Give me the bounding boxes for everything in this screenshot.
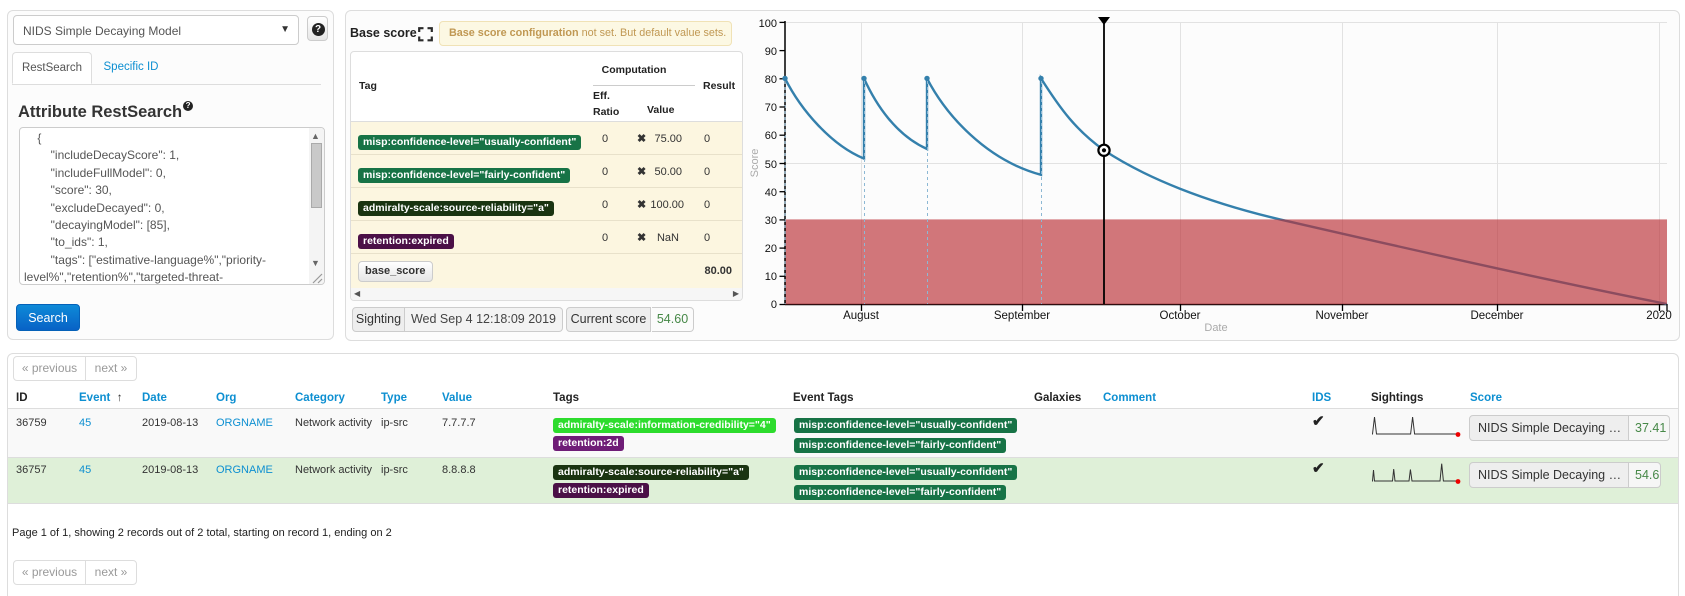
svg-text:10: 10 bbox=[765, 271, 777, 283]
svg-text:20: 20 bbox=[765, 243, 777, 255]
svg-text:September: September bbox=[994, 310, 1050, 322]
svg-text:50: 50 bbox=[765, 159, 777, 171]
svg-text:0: 0 bbox=[771, 299, 777, 311]
svg-text:2020: 2020 bbox=[1646, 310, 1672, 322]
svg-text:December: December bbox=[1470, 310, 1523, 322]
svg-text:Date: Date bbox=[1204, 322, 1227, 334]
svg-text:Score: Score bbox=[749, 149, 761, 178]
svg-text:30: 30 bbox=[765, 215, 777, 227]
svg-text:November: November bbox=[1315, 310, 1368, 322]
svg-text:August: August bbox=[843, 310, 880, 322]
svg-text:80: 80 bbox=[765, 74, 777, 86]
svg-text:70: 70 bbox=[765, 102, 777, 114]
svg-text:40: 40 bbox=[765, 187, 777, 199]
svg-text:100: 100 bbox=[759, 18, 777, 30]
svg-text:60: 60 bbox=[765, 130, 777, 142]
svg-text:90: 90 bbox=[765, 46, 777, 58]
svg-text:October: October bbox=[1160, 310, 1201, 322]
